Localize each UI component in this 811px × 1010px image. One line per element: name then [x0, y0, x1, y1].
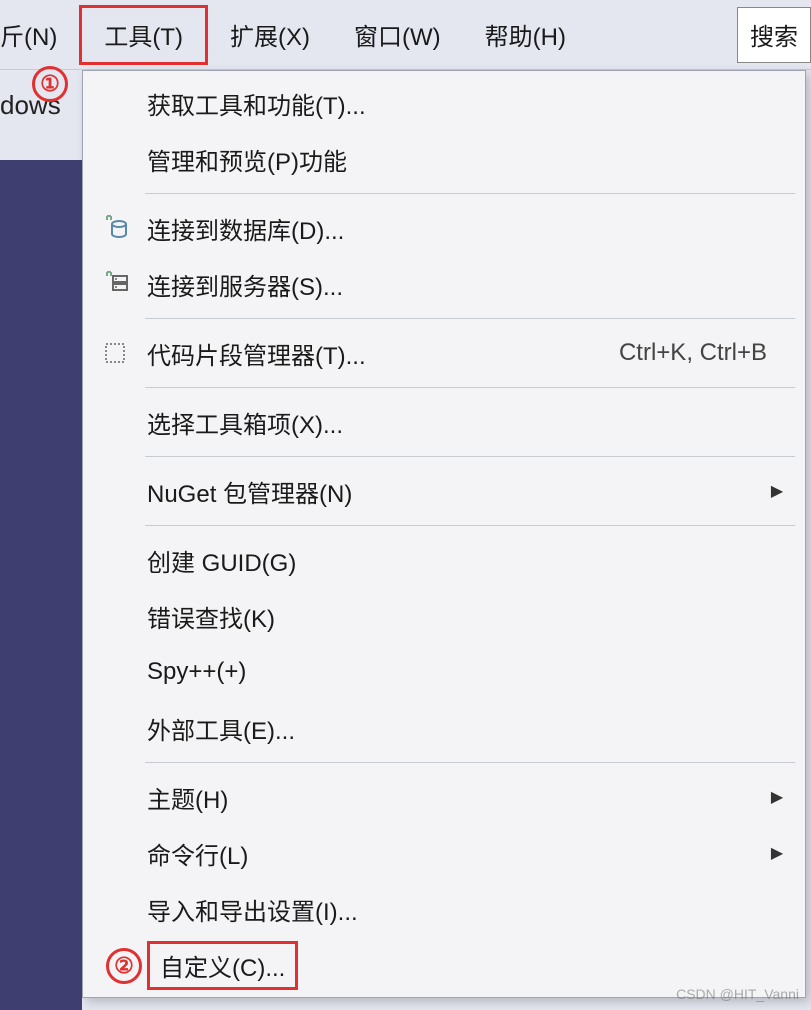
menu-item[interactable]: 错误查找(K): [83, 588, 805, 644]
menu-item[interactable]: 选择工具箱项(X)...: [83, 394, 805, 450]
menu-item-label: Spy++(+): [147, 658, 787, 686]
menubar: 斤(N) 工具(T) 扩展(X) 窗口(W) 帮助(H) 搜索: [0, 0, 811, 70]
menu-item[interactable]: NuGet 包管理器(N)▶: [83, 463, 805, 519]
menu-item[interactable]: 命令行(L)▶: [83, 825, 805, 881]
menubar-item-tools[interactable]: 工具(T): [79, 5, 208, 65]
annotation-callout-2: ②: [106, 948, 142, 984]
submenu-arrow-icon: ▶: [767, 481, 787, 501]
menu-item-label: 获取工具和功能(T)...: [147, 86, 787, 121]
menubar-item-extensions[interactable]: 扩展(X): [208, 5, 332, 65]
menu-item-label: 连接到数据库(D)...: [147, 211, 787, 246]
menu-item[interactable]: 创建 GUID(G): [83, 532, 805, 588]
menu-item[interactable]: 自定义(C)...: [83, 937, 805, 993]
menubar-item-label: 斤(N): [0, 17, 57, 52]
menu-item-label: 导入和导出设置(I)...: [147, 892, 787, 927]
menu-item-label: 选择工具箱项(X)...: [147, 405, 787, 440]
menu-item-label: 命令行(L): [147, 836, 767, 871]
submenu-arrow-icon: ▶: [767, 787, 787, 807]
menubar-item-label: 工具(T): [104, 17, 183, 52]
menu-item-label: 管理和预览(P)功能: [147, 142, 787, 177]
menu-item[interactable]: 管理和预览(P)功能: [83, 131, 805, 187]
menu-item[interactable]: 连接到服务器(S)...: [83, 256, 805, 312]
menu-separator: [145, 456, 795, 457]
menu-item[interactable]: 主题(H)▶: [83, 769, 805, 825]
menu-item[interactable]: 代码片段管理器(T)...Ctrl+K, Ctrl+B: [83, 325, 805, 381]
menubar-item-label: 帮助(H): [485, 17, 566, 52]
menubar-item-window[interactable]: 窗口(W): [332, 5, 463, 65]
menu-item[interactable]: 获取工具和功能(T)...: [83, 75, 805, 131]
menubar-item-label: 窗口(W): [354, 17, 441, 52]
menu-separator: [145, 525, 795, 526]
menu-item-shortcut: Ctrl+K, Ctrl+B: [619, 339, 787, 367]
search-label: 搜索: [750, 17, 798, 52]
menu-item-label: 连接到服务器(S)...: [147, 267, 787, 302]
menu-item-label: 错误查找(K): [147, 599, 787, 634]
sidebar-strip: [0, 160, 82, 1010]
menu-separator: [145, 193, 795, 194]
menu-item-label: 自定义(C)...: [160, 955, 285, 982]
square-icon: [83, 341, 147, 365]
menu-item[interactable]: 外部工具(E)...: [83, 700, 805, 756]
menu-separator: [145, 387, 795, 388]
menu-item[interactable]: 导入和导出设置(I)...: [83, 881, 805, 937]
menu-item-label: 代码片段管理器(T)...: [147, 336, 619, 371]
search-input[interactable]: 搜索: [737, 7, 811, 63]
secondary-row: dows 获取工具和功能(T)...管理和预览(P)功能连接到数据库(D)...…: [0, 70, 811, 998]
menu-item-label: NuGet 包管理器(N): [147, 474, 767, 509]
menubar-item-label: 扩展(X): [230, 17, 310, 52]
menubar-item-cut[interactable]: 斤(N): [0, 5, 79, 65]
menu-separator: [145, 762, 795, 763]
tools-dropdown: 获取工具和功能(T)... 管理和预览(P)功能连接到数据库(D)... 连接到服务…: [82, 70, 806, 998]
menu-item[interactable]: 连接到数据库(D)...: [83, 200, 805, 256]
menu-item-label: 创建 GUID(G): [147, 543, 787, 578]
annotation-callout-1: ①: [32, 66, 68, 102]
db-icon: [83, 214, 147, 242]
menubar-item-help[interactable]: 帮助(H): [463, 5, 588, 65]
watermark: CSDN @HIT_Vanni: [676, 986, 799, 1002]
menu-item[interactable]: Spy++(+): [83, 644, 805, 700]
menu-item-label: 主题(H): [147, 780, 767, 815]
server-icon: [83, 270, 147, 298]
submenu-arrow-icon: ▶: [767, 843, 787, 863]
menu-item-label: 外部工具(E)...: [147, 711, 787, 746]
menu-separator: [145, 318, 795, 319]
